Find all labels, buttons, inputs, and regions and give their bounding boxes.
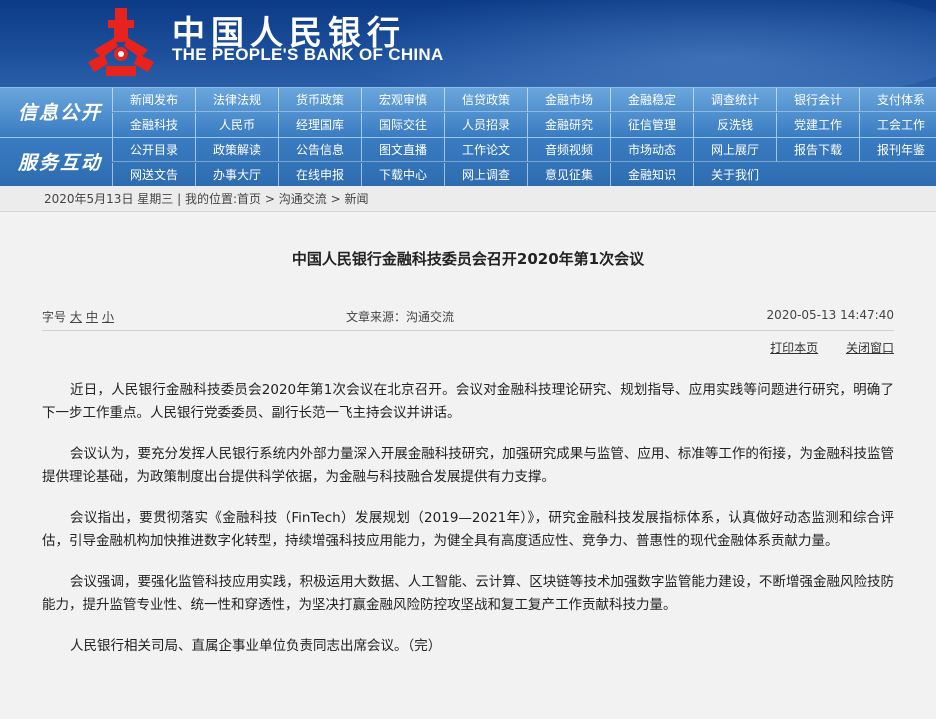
article-paragraph: 近日，人民银行金融科技委员会2020年第1次会议在北京召开。会议对金融科技理论研… <box>42 382 894 421</box>
nav-item[interactable]: 金融稳定 <box>610 88 693 112</box>
nav-item[interactable]: 征信管理 <box>610 113 693 137</box>
nav-row-1: 新闻发布 法律法规 货币政策 宏观审慎 信贷政策 金融市场 金融稳定 调查统计 … <box>112 88 936 112</box>
article-paragraph: 会议强调，要强化监管科技应用实践，积极运用大数据、人工智能、云计算、区块链等技术… <box>42 574 894 613</box>
nav-item[interactable]: 货币政策 <box>278 88 361 112</box>
nav-item[interactable]: 反洗钱 <box>693 113 776 137</box>
nav-item[interactable]: 市场动态 <box>610 138 693 162</box>
nav-item[interactable]: 新闻发布 <box>112 88 195 112</box>
nav-item[interactable]: 人员招录 <box>444 113 527 137</box>
site-header: 中国人民银行 THE PEOPLE'S BANK OF CHINA <box>0 0 936 87</box>
nav-item[interactable]: 银行会计 <box>776 88 859 112</box>
close-window-link[interactable]: 关闭窗口 <box>846 341 894 355</box>
nav-item[interactable]: 金融市场 <box>527 88 610 112</box>
nav-item[interactable]: 公开目录 <box>112 138 195 162</box>
nav-item[interactable]: 图文直播 <box>361 138 444 162</box>
nav-item[interactable]: 网送文告 <box>112 163 195 187</box>
nav-item[interactable]: 公告信息 <box>278 138 361 162</box>
nav-item[interactable]: 办事大厅 <box>195 163 278 187</box>
nav-item[interactable]: 关于我们 <box>693 163 776 187</box>
nav-group-title-info: 信息公开 <box>18 102 103 124</box>
breadcrumb-section-link[interactable]: 沟通交流 <box>279 192 327 206</box>
font-size-large-link[interactable]: 大 <box>70 310 82 324</box>
nav-item[interactable]: 金融科技 <box>112 113 195 137</box>
article: 中国人民银行金融科技委员会召开2020年第1次会议 字号大中小 文章来源：沟通交… <box>0 248 936 658</box>
nav-item[interactable]: 网上展厅 <box>693 138 776 162</box>
article-paragraph: 会议指出，要贯彻落实《金融科技（FinTech）发展规划（2019—2021年）… <box>42 510 894 549</box>
pboc-logo-icon[interactable] <box>84 6 158 80</box>
breadcrumb-location-label: 我的位置: <box>185 192 238 206</box>
nav-item[interactable]: 网上调查 <box>444 163 527 187</box>
article-paragraph: 会议认为，要充分发挥人民银行系统内外部力量深入开展金融科技研究，加强研究成果与监… <box>42 446 894 485</box>
current-date: 2020年5月13日 <box>44 192 134 206</box>
nav-item[interactable]: 报刊年鉴 <box>859 138 936 162</box>
nav-item[interactable]: 调查统计 <box>693 88 776 112</box>
site-name-en: THE PEOPLE'S BANK OF CHINA <box>172 45 444 64</box>
font-size-medium-link[interactable]: 中 <box>86 310 98 324</box>
breadcrumb-separator: | <box>177 192 182 206</box>
nav-item[interactable]: 党建工作 <box>776 113 859 137</box>
nav-item[interactable]: 意见征集 <box>527 163 610 187</box>
nav-item[interactable]: 报告下载 <box>776 138 859 162</box>
nav-item[interactable]: 信贷政策 <box>444 88 527 112</box>
article-meta: 字号大中小 文章来源：沟通交流 2020-05-13 14:47:40 <box>42 308 894 331</box>
nav-row-2: 金融科技 人民币 经理国库 国际交往 人员招录 金融研究 征信管理 反洗钱 党建… <box>112 113 936 137</box>
nav-item[interactable]: 金融研究 <box>527 113 610 137</box>
nav-item[interactable]: 在线申报 <box>278 163 361 187</box>
nav-item[interactable]: 下载中心 <box>361 163 444 187</box>
breadcrumb-arrow: > <box>264 192 275 206</box>
current-weekday: 星期三 <box>137 192 174 206</box>
breadcrumb-page-link[interactable]: 新闻 <box>345 192 369 206</box>
article-paragraph: 人民银行相关司局、直属企事业单位负责同志出席会议。（完） <box>70 638 442 654</box>
article-body: 近日，人民银行金融科技委员会2020年第1次会议在北京召开。会议对金融科技理论研… <box>42 379 894 658</box>
font-size-small-link[interactable]: 小 <box>102 310 114 324</box>
breadcrumb-home-link[interactable]: 首页 <box>237 192 261 206</box>
nav-item[interactable]: 宏观审慎 <box>361 88 444 112</box>
nav-item[interactable]: 经理国库 <box>278 113 361 137</box>
article-source: 文章来源：沟通交流 <box>346 310 455 324</box>
nav-item[interactable]: 支付体系 <box>859 88 936 112</box>
nav-item[interactable]: 金融知识 <box>610 163 693 187</box>
print-page-link[interactable]: 打印本页 <box>770 341 818 355</box>
nav-item[interactable]: 工会工作 <box>859 113 936 137</box>
article-datetime: 2020-05-13 14:47:40 <box>766 308 894 322</box>
nav-row-4: 网送文告 办事大厅 在线申报 下载中心 网上调查 意见征集 金融知识 关于我们 <box>112 163 776 187</box>
font-size-controls: 字号大中小 <box>42 308 114 325</box>
nav-item[interactable]: 音频视频 <box>527 138 610 162</box>
nav-item[interactable]: 国际交往 <box>361 113 444 137</box>
nav-item[interactable]: 工作论文 <box>444 138 527 162</box>
nav-item[interactable]: 法律法规 <box>195 88 278 112</box>
nav-group-info: 信息公开 新闻发布 法律法规 货币政策 宏观审慎 信贷政策 金融市场 金融稳定 … <box>0 88 936 137</box>
nav-item[interactable]: 政策解读 <box>195 138 278 162</box>
main-navigation: 信息公开 新闻发布 法律法规 货币政策 宏观审慎 信贷政策 金融市场 金融稳定 … <box>0 87 936 187</box>
font-size-label: 字号 <box>42 310 67 324</box>
article-title: 中国人民银行金融科技委员会召开2020年第1次会议 <box>291 250 645 268</box>
breadcrumb: 2020年5月13日 星期三 | 我的位置:首页 > 沟通交流 > 新闻 <box>0 186 936 212</box>
nav-row-3: 公开目录 政策解读 公告信息 图文直播 工作论文 音频视频 市场动态 网上展厅 … <box>112 138 936 162</box>
nav-item[interactable]: 人民币 <box>195 113 278 137</box>
breadcrumb-arrow: > <box>330 192 341 206</box>
nav-group-service: 服务互动 公开目录 政策解读 公告信息 图文直播 工作论文 音频视频 市场动态 … <box>0 137 936 187</box>
nav-group-title-service: 服务互动 <box>18 152 103 174</box>
header-decoration <box>336 0 936 87</box>
article-actions: 打印本页 关闭窗口 <box>0 339 894 357</box>
